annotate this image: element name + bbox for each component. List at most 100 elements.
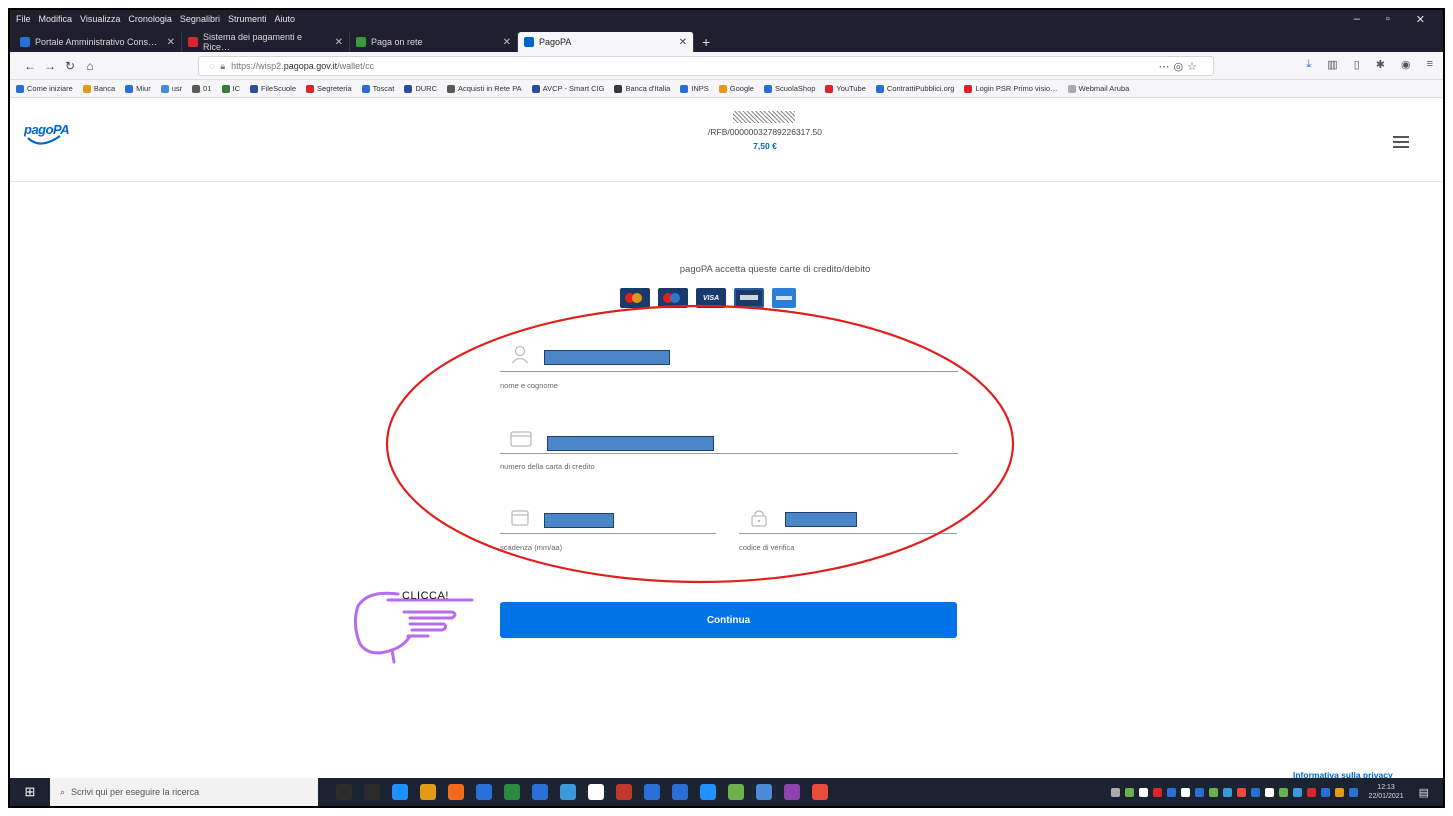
tab-portale[interactable]: Portale Amministrativo Cons… ✕ — [14, 32, 182, 52]
tray-icon[interactable] — [1152, 787, 1162, 797]
taskbar-app-icon[interactable] — [364, 784, 380, 800]
tray-icon[interactable] — [1208, 787, 1218, 797]
minimize-button[interactable]: – — [1354, 13, 1360, 26]
bookmark-item[interactable]: Banca — [82, 84, 115, 93]
tray-icon[interactable] — [1278, 787, 1288, 797]
taskbar-app-icon[interactable] — [420, 784, 436, 800]
menu-cronologia[interactable]: Cronologia — [128, 14, 172, 24]
taskbar-app-icon[interactable] — [700, 784, 716, 800]
cardholder-name-field[interactable] — [500, 340, 958, 372]
expiry-field[interactable] — [500, 502, 716, 534]
taskbar-app-icon[interactable] — [476, 784, 492, 800]
bookmark-item[interactable]: YouTube — [825, 84, 866, 93]
bookmark-item[interactable]: DURC — [404, 84, 437, 93]
tray-icon[interactable] — [1264, 787, 1274, 797]
forward-arrow-icon[interactable]: → — [40, 59, 60, 73]
close-window-button[interactable]: ✕ — [1416, 13, 1425, 26]
tab-sistema-pagamenti[interactable]: Sistema dei pagamenti e Rice… ✕ — [182, 32, 350, 52]
bookmark-item[interactable]: FileScuole — [250, 84, 296, 93]
tab-close-icon[interactable]: ✕ — [335, 37, 343, 48]
tray-icon[interactable] — [1110, 787, 1120, 797]
bookmark-item[interactable]: Come iniziare — [16, 84, 73, 93]
bookmark-item[interactable]: IC — [221, 84, 240, 93]
bookmark-item[interactable]: Miur — [125, 84, 151, 93]
download-icon[interactable]: ⤓ — [1306, 58, 1311, 71]
taskbar-clock[interactable]: 12:13 22/01/2021 — [1369, 783, 1404, 801]
tab-close-icon[interactable]: ✕ — [167, 37, 175, 48]
menu-visualizza[interactable]: Visualizza — [80, 14, 120, 24]
taskbar-app-icon[interactable] — [448, 784, 464, 800]
account-icon[interactable]: ◉ — [1401, 58, 1411, 71]
bookmark-item[interactable]: Toscat — [361, 84, 394, 93]
bookmark-item[interactable]: ScuolaShop — [763, 84, 815, 93]
taskbar-app-icon[interactable] — [616, 784, 632, 800]
card-number-field[interactable] — [500, 422, 958, 454]
menu-strumenti[interactable]: Strumenti — [228, 14, 267, 24]
back-arrow-icon[interactable]: ← — [20, 59, 40, 73]
bookmark-item[interactable]: Acquisti in Rete PA — [447, 84, 522, 93]
taskbar-search-box[interactable]: ⌕ Scrivi qui per eseguire la ricerca — [50, 778, 318, 806]
tray-icon[interactable] — [1292, 787, 1302, 797]
bookmark-item[interactable]: INPS — [680, 84, 709, 93]
tray-icon[interactable] — [1166, 787, 1176, 797]
hamburger-menu-icon[interactable] — [1393, 136, 1409, 148]
taskbar-app-icon[interactable] — [644, 784, 660, 800]
taskbar-app-icon[interactable] — [336, 784, 352, 800]
taskbar-app-icon[interactable] — [756, 784, 772, 800]
taskbar-app-icon[interactable] — [588, 784, 604, 800]
tab-pagopa[interactable]: PagoPA ✕ — [518, 32, 694, 52]
tray-icon[interactable] — [1180, 787, 1190, 797]
taskbar-app-icon[interactable] — [392, 784, 408, 800]
shield-icon[interactable]: ◌ — [209, 61, 214, 71]
continue-button[interactable]: Continua — [500, 602, 957, 638]
address-bar[interactable]: ◌ 🔒︎ https://wisp2. pagopa.gov.it/wallet/… — [198, 56, 1214, 76]
tray-icon[interactable] — [1138, 787, 1148, 797]
tab-paga-on-rete[interactable]: Paga on rete ✕ — [350, 32, 518, 52]
menu-segnalibri[interactable]: Segnalibri — [180, 14, 220, 24]
tray-icon[interactable] — [1236, 787, 1246, 797]
menu-modifica[interactable]: Modifica — [39, 14, 73, 24]
tray-icon[interactable] — [1306, 787, 1316, 797]
taskbar-app-icon[interactable] — [784, 784, 800, 800]
new-tab-button[interactable]: + — [694, 34, 718, 52]
library-icon[interactable]: ▥ — [1327, 58, 1337, 71]
tray-icon[interactable] — [1320, 787, 1330, 797]
menu-file[interactable]: File — [16, 14, 31, 24]
notifications-icon[interactable]: ▤ — [1419, 786, 1429, 799]
taskbar-app-icon[interactable] — [672, 784, 688, 800]
pagopa-logo[interactable]: pagoPA — [24, 122, 70, 150]
reload-icon[interactable]: ↻ — [60, 59, 80, 73]
bookmark-item[interactable]: Google — [718, 84, 754, 93]
tray-icon[interactable] — [1124, 787, 1134, 797]
extension-icon[interactable]: ✱ — [1376, 58, 1385, 71]
taskbar-app-icon[interactable] — [532, 784, 548, 800]
bookmark-item[interactable]: AVCP - Smart CIG — [531, 84, 604, 93]
windows-start-icon[interactable]: ⊞ — [10, 784, 50, 800]
bookmark-item[interactable]: Banca d'Italia — [614, 84, 670, 93]
taskbar-app-icon[interactable] — [504, 784, 520, 800]
taskbar-app-icon[interactable] — [560, 784, 576, 800]
tray-icon[interactable] — [1194, 787, 1204, 797]
tab-close-icon[interactable]: ✕ — [679, 37, 687, 48]
maximize-button[interactable]: ▫ — [1386, 13, 1390, 26]
tray-icon[interactable] — [1222, 787, 1232, 797]
taskbar-app-icon[interactable] — [812, 784, 828, 800]
bookmark-item[interactable]: 01 — [192, 84, 212, 93]
lock-icon[interactable]: 🔒︎ — [220, 61, 225, 72]
bookmark-item[interactable]: Webmail Aruba — [1067, 84, 1129, 93]
tray-icon[interactable] — [1334, 787, 1344, 797]
home-icon[interactable]: ⌂ — [80, 59, 100, 73]
cvv-field[interactable] — [739, 502, 957, 534]
bookmark-item[interactable]: ContrattiPubblici.org — [875, 84, 954, 93]
menu-aiuto[interactable]: Aiuto — [274, 14, 295, 24]
bookmark-item[interactable]: Login PSR Primo visio… — [964, 84, 1058, 93]
sidebar-icon[interactable]: ▯ — [1354, 58, 1360, 71]
menu-icon[interactable]: ≡ — [1427, 58, 1433, 71]
taskbar-app-icon[interactable] — [728, 784, 744, 800]
bookmark-item[interactable]: Segreteria — [306, 84, 352, 93]
tab-close-icon[interactable]: ✕ — [503, 37, 511, 48]
bookmark-item[interactable]: usr — [160, 84, 182, 93]
tray-icon[interactable] — [1348, 787, 1358, 797]
tray-icon[interactable] — [1250, 787, 1260, 797]
page-actions-icon[interactable]: ⋯◎☆ — [1159, 60, 1213, 73]
